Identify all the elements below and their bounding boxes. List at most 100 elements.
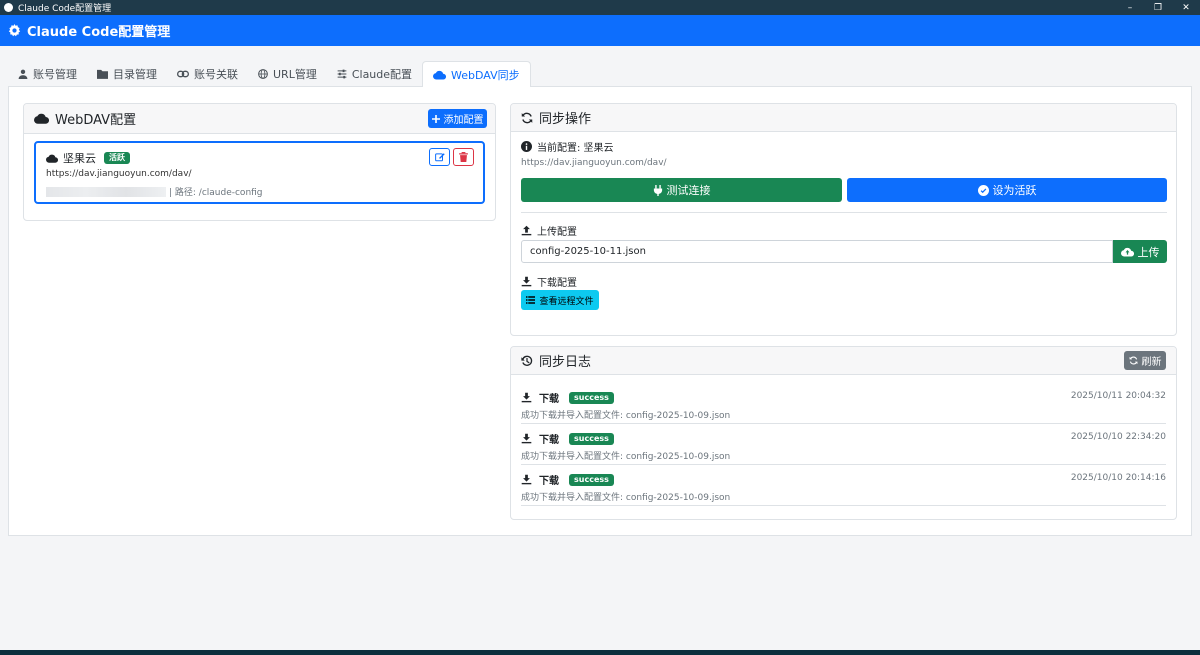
history-icon <box>521 355 533 366</box>
upload-icon <box>521 225 532 236</box>
current-config-label: 当前配置: 坚果云 <box>537 143 614 154</box>
log-message: 成功下载并导入配置文件: config-2025-10-09.json <box>521 493 731 503</box>
active-badge: 活跃 <box>104 152 130 164</box>
download-heading: 下载配置 <box>537 278 577 289</box>
card-title: 同步日志 <box>539 355 592 370</box>
tab-account-management[interactable]: 账号管理 <box>8 61 87 87</box>
config-meta: | 路径: /claude-config <box>46 185 263 198</box>
log-action: 下载 <box>539 394 559 405</box>
upload-button[interactable]: 上传 <box>1113 240 1167 263</box>
status-badge: success <box>569 473 614 486</box>
edit-icon <box>434 153 445 162</box>
globe-icon <box>258 69 268 79</box>
folder-icon <box>97 69 108 79</box>
tab-label: URL管理 <box>273 68 317 81</box>
log-entry: 下载 success 成功下载并导入配置文件: config-2025-10-0… <box>521 383 1166 424</box>
tab-url-management[interactable]: URL管理 <box>248 61 327 87</box>
config-name-row: 坚果云 活跃 <box>46 150 130 166</box>
main-tabs: 账号管理 目录管理 账号关联 URL管理 Claude配置 WebDAV同步 <box>8 61 1192 88</box>
log-title: 下载 success <box>521 431 614 446</box>
input-value: config-2025-10-11.json <box>530 246 646 257</box>
status-badge: success <box>569 391 614 404</box>
user-icon <box>18 69 28 79</box>
app-title: Claude Code配置管理 <box>27 25 171 40</box>
current-config-url: https://dav.jianguoyun.com/dav/ <box>521 158 667 168</box>
card-header: 同步日志 刷新 <box>511 347 1176 375</box>
download-heading-row: 下载配置 <box>521 274 577 289</box>
button-label: 测试连接 <box>666 184 711 197</box>
card-title: WebDAV配置 <box>55 113 137 128</box>
log-action: 下载 <box>539 476 559 487</box>
config-path: | 路径: /claude-config <box>169 188 263 198</box>
webdav-config-card: WebDAV配置 添加配置 坚果云 活跃 https://dav.jianguo… <box>23 103 496 221</box>
tab-label: Claude配置 <box>351 68 413 81</box>
tab-label: WebDAV同步 <box>451 68 520 82</box>
cloud-upload-icon <box>1120 247 1134 257</box>
webdav-config-item[interactable]: 坚果云 活跃 https://dav.jianguoyun.com/dav/ |… <box>34 141 485 204</box>
tab-label: 账号关联 <box>194 68 238 81</box>
add-config-button[interactable]: 添加配置 <box>428 109 487 128</box>
button-label: 刷新 <box>1141 357 1162 368</box>
maximize-icon[interactable]: ❐ <box>1144 0 1172 15</box>
gear-icon <box>8 24 21 37</box>
button-label: 查看远程文件 <box>539 296 594 307</box>
minimize-icon[interactable]: – <box>1116 0 1144 15</box>
redacted-username <box>46 186 166 197</box>
list-icon <box>526 296 536 304</box>
card-title: 同步操作 <box>539 112 592 127</box>
download-icon <box>521 276 532 287</box>
refresh-button[interactable]: 刷新 <box>1124 351 1166 370</box>
app-header: Claude Code配置管理 <box>0 15 1200 46</box>
set-active-button[interactable]: 设为活跃 <box>847 178 1167 202</box>
current-config-row: 当前配置: 坚果云 <box>521 139 614 154</box>
window-controls: – ❐ ✕ <box>1116 0 1200 15</box>
sync-operations-card: 同步操作 当前配置: 坚果云 https://dav.jianguoyun.co… <box>510 103 1177 336</box>
log-message: 成功下载并导入配置文件: config-2025-10-09.json <box>521 452 731 462</box>
log-timestamp: 2025/10/10 20:14:16 <box>1070 473 1166 483</box>
log-entry: 下载 success 成功下载并导入配置文件: config-2025-10-0… <box>521 424 1166 465</box>
download-icon <box>521 474 532 485</box>
divider <box>521 212 1167 213</box>
button-label: 设为活跃 <box>992 184 1037 197</box>
cloud-icon <box>46 154 58 163</box>
window-title: Claude Code配置管理 <box>18 4 112 14</box>
test-connection-button[interactable]: 测试连接 <box>521 178 842 202</box>
status-badge: success <box>569 432 614 445</box>
sliders-icon <box>337 69 347 79</box>
upload-filename-input[interactable]: config-2025-10-11.json <box>521 240 1113 263</box>
tab-directory-management[interactable]: 目录管理 <box>87 61 167 87</box>
log-title: 下载 success <box>521 472 614 487</box>
window-titlebar: Claude Code配置管理 – ❐ ✕ <box>0 0 1200 15</box>
close-icon[interactable]: ✕ <box>1172 0 1200 15</box>
link-icon <box>177 70 189 78</box>
log-message: 成功下载并导入配置文件: config-2025-10-09.json <box>521 411 731 421</box>
app-icon <box>4 3 13 12</box>
sync-icon <box>521 112 533 123</box>
tab-webdav-sync[interactable]: WebDAV同步 <box>422 61 531 88</box>
button-label: 上传 <box>1137 245 1160 259</box>
sync-log-card: 同步日志 刷新 下载 success 成功下载并导入配置文件: config-2… <box>510 346 1177 520</box>
config-url: https://dav.jianguoyun.com/dav/ <box>46 169 192 179</box>
view-remote-files-button[interactable]: 查看远程文件 <box>521 290 599 310</box>
config-name: 坚果云 <box>63 152 96 165</box>
log-timestamp: 2025/10/11 20:04:32 <box>1070 391 1166 401</box>
delete-config-button[interactable] <box>453 148 474 166</box>
card-header: 同步操作 <box>511 104 1176 132</box>
plug-icon <box>653 184 662 196</box>
refresh-icon <box>1129 356 1137 365</box>
edit-config-button[interactable] <box>429 148 450 166</box>
log-entry: 下载 success 成功下载并导入配置文件: config-2025-10-0… <box>521 465 1166 506</box>
upload-heading: 上传配置 <box>537 227 577 238</box>
cloud-icon <box>34 113 49 124</box>
log-action: 下载 <box>539 435 559 446</box>
info-icon <box>521 141 532 152</box>
plus-icon <box>431 114 440 123</box>
tab-claude-config[interactable]: Claude配置 <box>327 61 422 87</box>
trash-icon <box>459 152 468 162</box>
check-circle-icon <box>977 184 989 196</box>
tab-account-link[interactable]: 账号关联 <box>167 61 248 87</box>
button-label: 添加配置 <box>443 115 484 126</box>
log-title: 下载 success <box>521 390 614 405</box>
card-header: WebDAV配置 添加配置 <box>24 104 495 134</box>
upload-heading-row: 上传配置 <box>521 223 577 238</box>
